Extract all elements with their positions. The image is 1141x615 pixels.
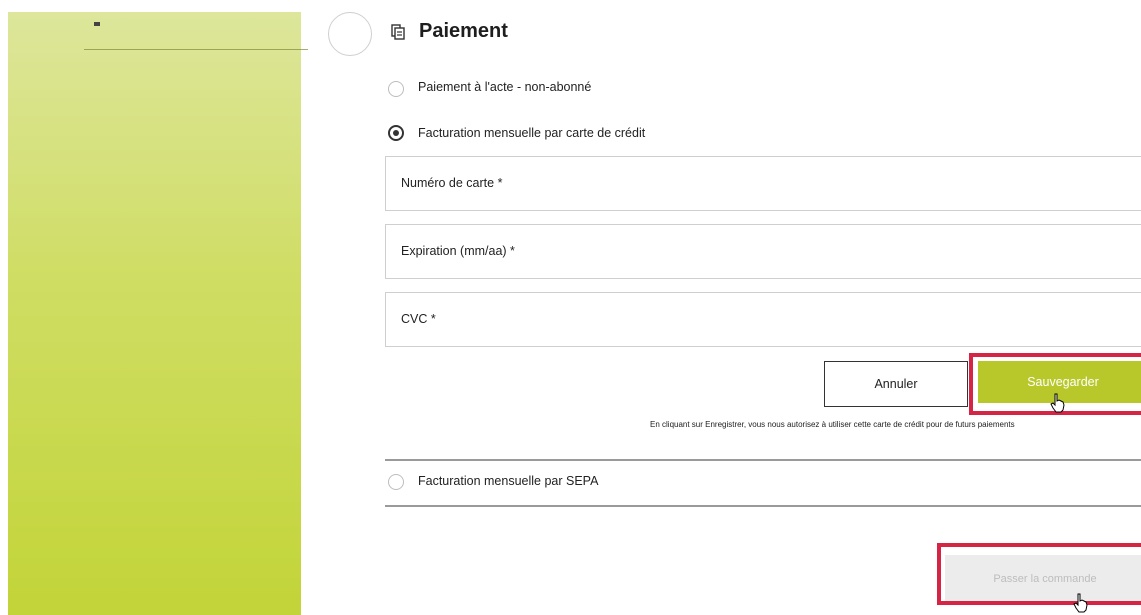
sidebar-mark: [94, 22, 100, 26]
cvc-field[interactable]: CVC *: [385, 292, 1141, 347]
radio-pay-per-act[interactable]: [388, 81, 404, 97]
section-divider-top: [385, 459, 1141, 461]
cancel-button[interactable]: Annuler: [824, 361, 968, 407]
radio-monthly-sepa[interactable]: [388, 474, 404, 490]
page-title: Paiement: [419, 20, 508, 42]
option-label-monthly-credit-card: Facturation mensuelle par carte de crédi…: [418, 126, 646, 140]
consent-text: En cliquant sur Enregistrer, vous nous a…: [650, 420, 1015, 429]
order-highlight-box: [937, 543, 1141, 605]
step-indicator: [328, 12, 372, 56]
section-divider-bottom: [385, 505, 1141, 507]
expiration-label: Expiration (mm/aa) *: [401, 244, 515, 258]
option-label-monthly-sepa: Facturation mensuelle par SEPA: [418, 474, 599, 488]
sidebar-divider: [84, 49, 308, 50]
card-number-field[interactable]: Numéro de carte *: [385, 156, 1141, 211]
radio-monthly-credit-card[interactable]: [388, 125, 404, 141]
sidebar-panel: [8, 12, 308, 615]
option-label-pay-per-act: Paiement à l'acte - non-abonné: [418, 80, 592, 94]
expiration-field[interactable]: Expiration (mm/aa) *: [385, 224, 1141, 279]
hand-pointer-icon: [1073, 593, 1088, 613]
hand-pointer-icon: [1050, 393, 1065, 413]
cvc-label: CVC *: [401, 312, 436, 326]
card-number-label: Numéro de carte *: [401, 176, 503, 190]
payment-icon: [391, 24, 405, 40]
